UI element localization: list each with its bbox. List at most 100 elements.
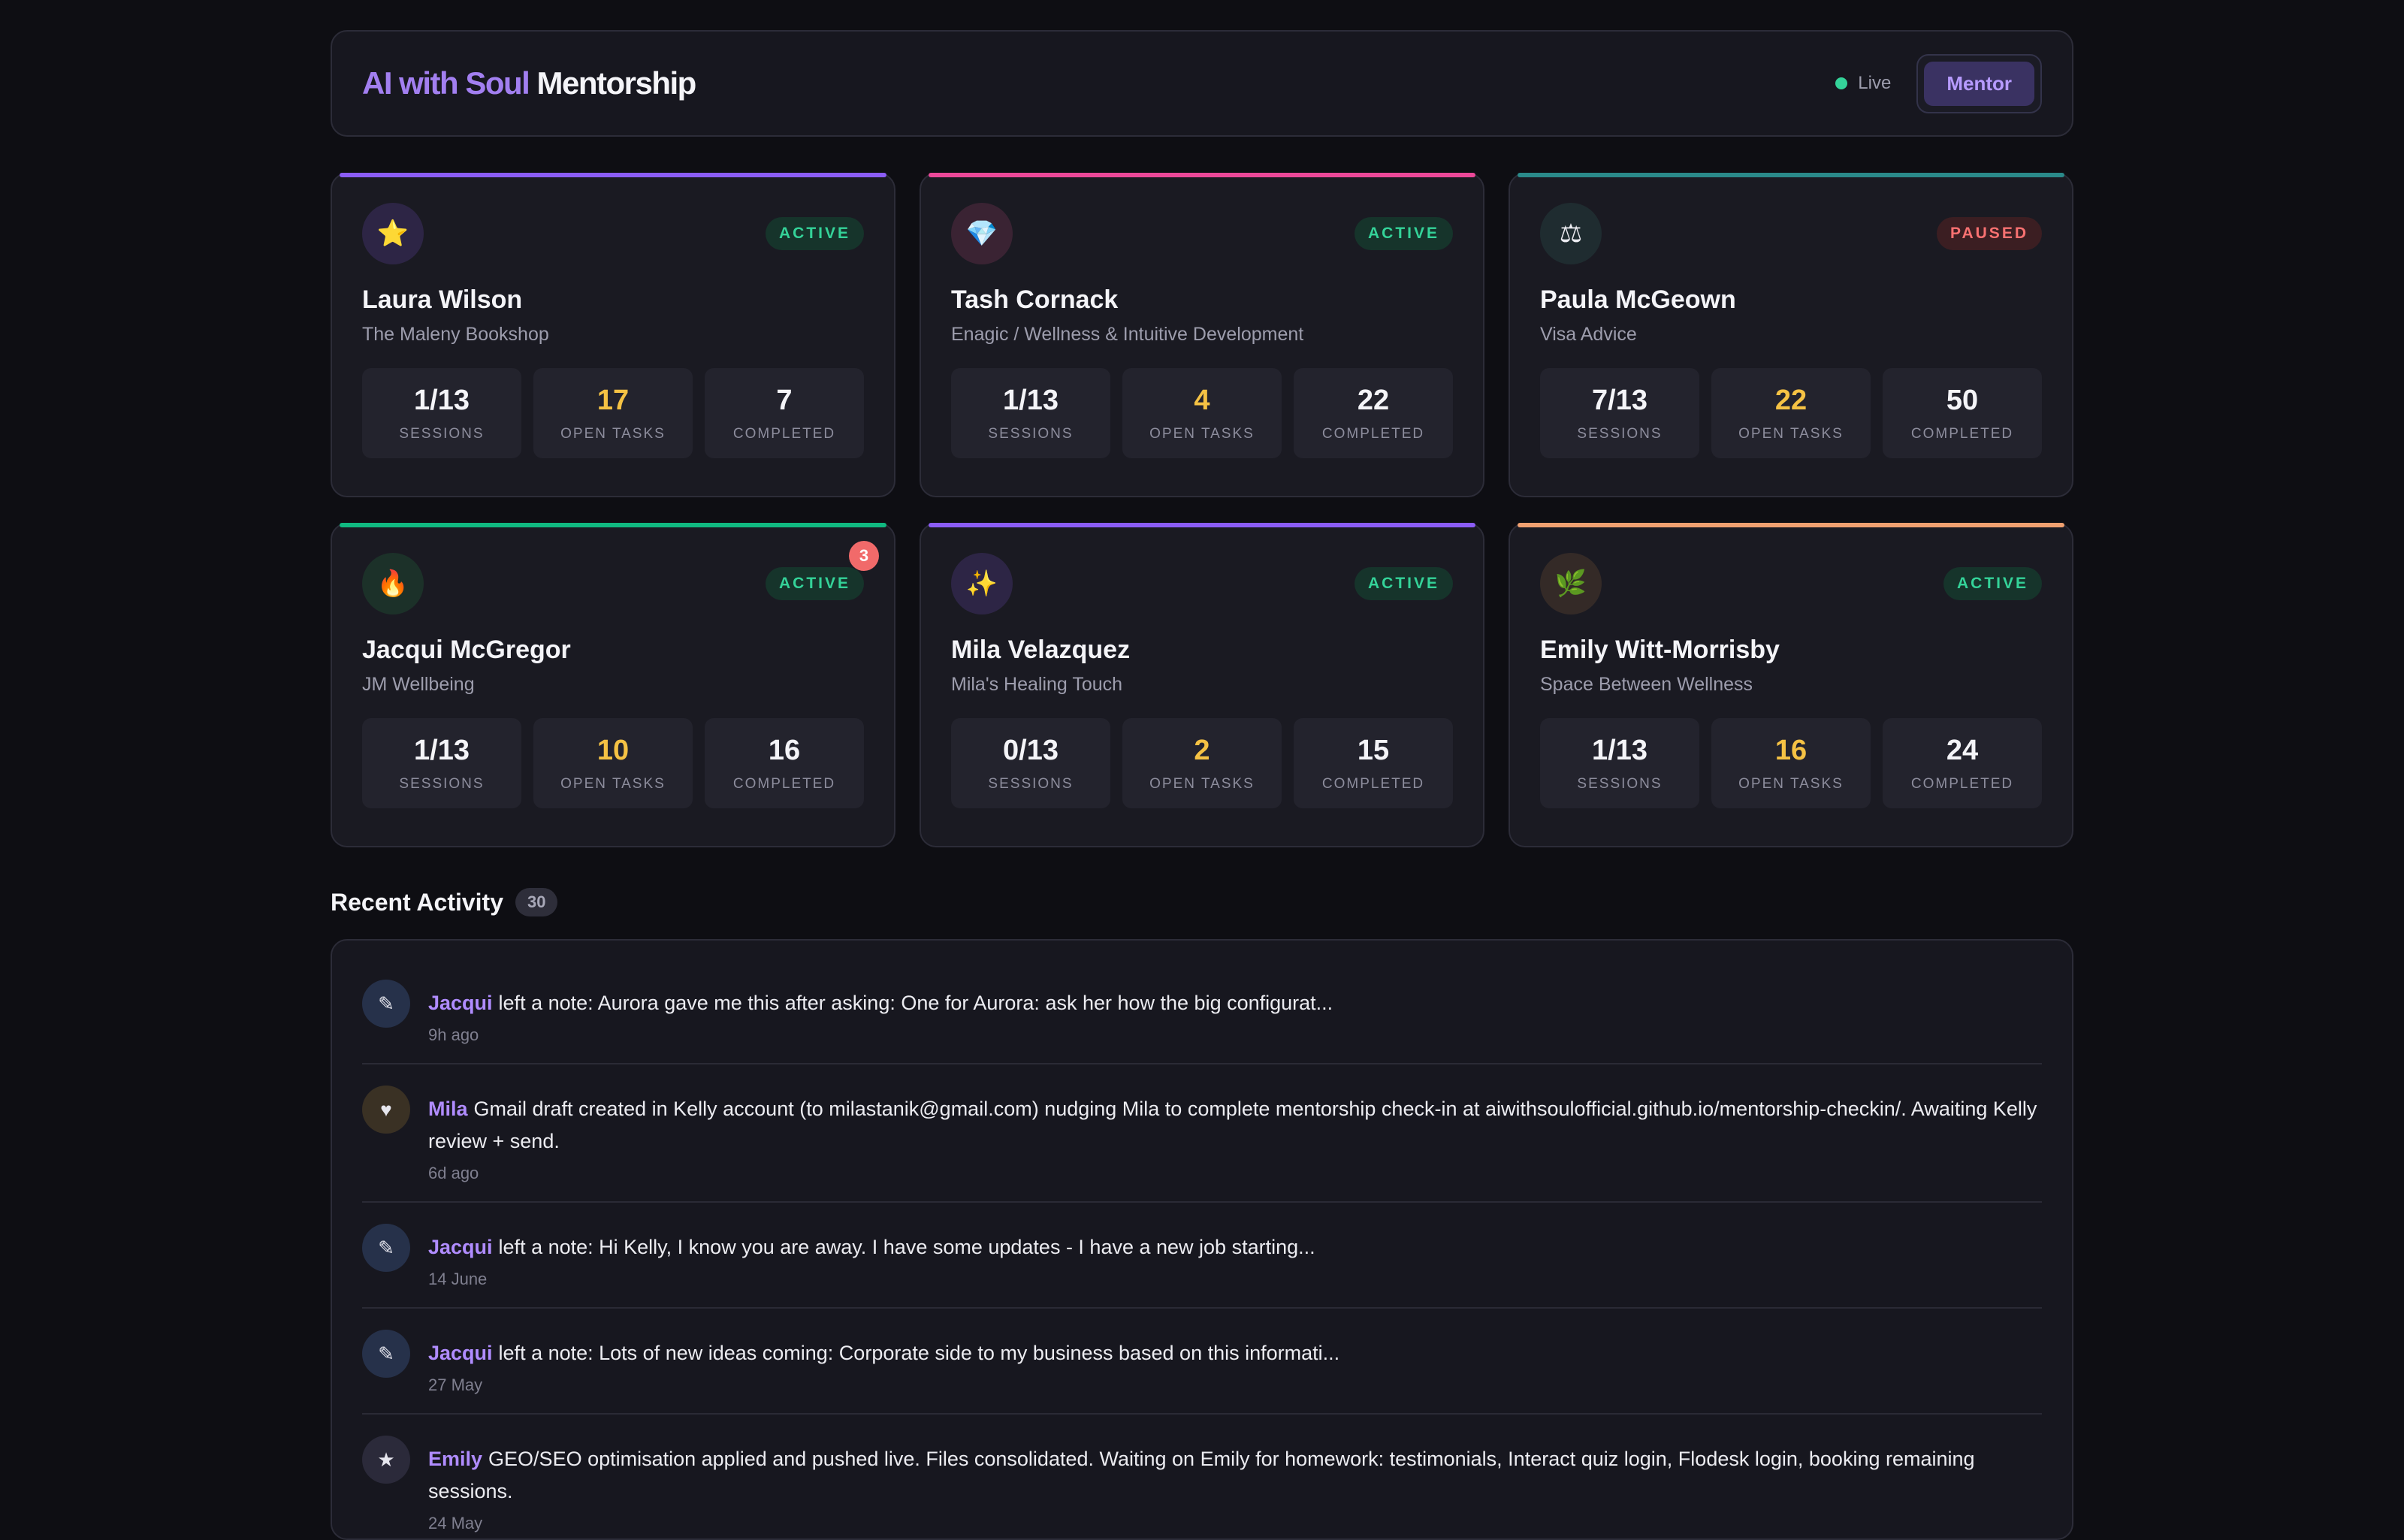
gem-icon: 💎 (951, 203, 1013, 264)
dashboard: AI with Soul Mentorship Live Mentor ⭐ AC… (331, 30, 2073, 1540)
card-accent-bar (1518, 173, 2064, 177)
activity-item[interactable]: ♥ Mila Gmail draft created in Kelly accou… (362, 1064, 2042, 1203)
activity-time: 27 May (428, 1375, 483, 1394)
open-tasks-label: OPEN TASKS (1149, 776, 1255, 792)
stats-row: 1/13 SESSIONS 17 OPEN TASKS 7 COMPLETED (362, 368, 864, 458)
live-label: Live (1858, 73, 1892, 93)
mentee-name: Tash Cornack (951, 285, 1119, 314)
activity-text: Mila Gmail draft created in Kelly account… (428, 1093, 2042, 1158)
activity-time: 9h ago (428, 1025, 479, 1044)
open-tasks-value: 16 (1774, 735, 1808, 766)
open-tasks-label: OPEN TASKS (1738, 776, 1844, 792)
completed-value: 16 (768, 735, 801, 766)
mentee-name: Emily Witt-Morrisby (1540, 636, 1780, 664)
activity-text: Jacqui left a note: Lots of new ideas com… (428, 1337, 2042, 1369)
activity-title: Recent Activity (331, 888, 503, 916)
stat-open-tasks: 16 OPEN TASKS (1711, 718, 1871, 808)
mentee-card[interactable]: ⚖ PAUSED Paula McGeown Visa Advice 7/13 … (1509, 173, 2073, 497)
activity-message: left a note: Hi Kelly, I know you are aw… (498, 1236, 1315, 1258)
mentee-org: Visa Advice (1540, 324, 1637, 345)
activity-message: GEO/SEO optimisation applied and pushed … (428, 1448, 1975, 1502)
stats-row: 7/13 SESSIONS 22 OPEN TASKS 50 COMPLETED (1540, 368, 2042, 458)
activity-message: left a note: Aurora gave me this after a… (498, 992, 1333, 1014)
brand-rest: Mentorship (536, 65, 696, 101)
sessions-value: 1/13 (1003, 385, 1059, 416)
pencil-icon: ✎ (362, 1330, 410, 1378)
sessions-label: SESSIONS (399, 426, 485, 442)
stat-completed: 16 COMPLETED (705, 718, 864, 808)
activity-user-link[interactable]: Jacqui (428, 1342, 493, 1364)
status-badge: ACTIVE (765, 567, 864, 600)
activity-user-link[interactable]: Emily (428, 1448, 482, 1470)
stat-sessions: 7/13 SESSIONS (1540, 368, 1699, 458)
mentee-card[interactable]: ✨ ACTIVE Mila Velazquez Mila's Healing T… (920, 523, 1484, 847)
sessions-label: SESSIONS (988, 776, 1074, 792)
mentee-org: Space Between Wellness (1540, 674, 1753, 695)
open-tasks-value: 17 (596, 385, 630, 416)
completed-value: 50 (1946, 385, 1979, 416)
stat-completed: 24 COMPLETED (1883, 718, 2042, 808)
sessions-value: 1/13 (414, 735, 470, 766)
activity-item[interactable]: ✎ Jacqui left a note: Lots of new ideas c… (362, 1309, 2042, 1415)
stat-open-tasks: 2 OPEN TASKS (1122, 718, 1282, 808)
sessions-label: SESSIONS (1577, 776, 1663, 792)
open-tasks-value: 10 (596, 735, 630, 766)
star-icon: ★ (362, 1436, 410, 1484)
stat-open-tasks: 17 OPEN TASKS (533, 368, 693, 458)
activity-user-link[interactable]: Jacqui (428, 1236, 493, 1258)
role-switcher: Mentor (1916, 53, 2042, 113)
header-controls: Live Mentor (1835, 53, 2042, 113)
status-badge: ACTIVE (1943, 567, 2042, 600)
stat-completed: 50 COMPLETED (1883, 368, 2042, 458)
brand-accent: AI with Soul (362, 65, 530, 101)
activity-item[interactable]: ✎ Jacqui left a note: Hi Kelly, I know yo… (362, 1203, 2042, 1309)
mentee-card[interactable]: 🌿 ACTIVE Emily Witt-Morrisby Space Betwe… (1509, 523, 2073, 847)
activity-item[interactable]: ✎ Jacqui left a note: Aurora gave me this… (362, 959, 2042, 1064)
card-accent-bar (929, 523, 1475, 527)
mentee-org: Enagic / Wellness & Intuitive Developmen… (951, 324, 1304, 345)
completed-value: 22 (1357, 385, 1390, 416)
fire-icon: 🔥 (362, 553, 424, 614)
heart-icon: ♥ (362, 1086, 410, 1134)
activity-item[interactable]: ★ Emily GEO/SEO optimisation applied and … (362, 1415, 2042, 1538)
pencil-icon: ✎ (362, 1224, 410, 1272)
stat-open-tasks: 4 OPEN TASKS (1122, 368, 1282, 458)
completed-value: 24 (1946, 735, 1979, 766)
activity-text: Jacqui left a note: Aurora gave me this a… (428, 987, 2042, 1019)
activity-user-link[interactable]: Mila (428, 1098, 468, 1120)
open-tasks-value: 2 (1194, 735, 1210, 766)
sessions-label: SESSIONS (399, 776, 485, 792)
stats-row: 1/13 SESSIONS 16 OPEN TASKS 24 COMPLETED (1540, 718, 2042, 808)
stat-open-tasks: 22 OPEN TASKS (1711, 368, 1871, 458)
open-tasks-value: 4 (1194, 385, 1210, 416)
live-indicator: Live (1835, 73, 1891, 94)
completed-value: 15 (1357, 735, 1390, 766)
status-badge: PAUSED (1937, 217, 2042, 250)
stat-completed: 7 COMPLETED (705, 368, 864, 458)
card-accent-bar (340, 173, 886, 177)
activity-time: 14 June (428, 1270, 488, 1288)
stat-completed: 15 COMPLETED (1294, 718, 1453, 808)
activity-message: left a note: Lots of new ideas coming: C… (498, 1342, 1340, 1364)
stats-row: 0/13 SESSIONS 2 OPEN TASKS 15 COMPLETED (951, 718, 1453, 808)
activity-time: 24 May (428, 1514, 483, 1532)
pencil-icon: ✎ (362, 980, 410, 1028)
sessions-label: SESSIONS (1577, 426, 1663, 442)
mentee-card[interactable]: 💎 ACTIVE Tash Cornack Enagic / Wellness … (920, 173, 1484, 497)
star-icon: ⭐ (362, 203, 424, 264)
sparkles-icon: ✨ (951, 553, 1013, 614)
activity-user-link[interactable]: Jacqui (428, 992, 493, 1014)
activity-count-badge: 30 (515, 888, 558, 916)
sessions-value: 1/13 (414, 385, 470, 416)
activity-header: Recent Activity 30 (331, 888, 2073, 916)
activity-text: Emily GEO/SEO optimisation applied and pu… (428, 1443, 2042, 1508)
mentee-card[interactable]: ⭐ ACTIVE Laura Wilson The Maleny Booksho… (331, 173, 895, 497)
sessions-value: 1/13 (1592, 735, 1647, 766)
card-accent-bar (1518, 523, 2064, 527)
open-tasks-label: OPEN TASKS (560, 776, 666, 792)
mentor-role-button[interactable]: Mentor (1924, 61, 2034, 106)
brand-title: AI with Soul Mentorship (362, 65, 696, 101)
completed-label: COMPLETED (1910, 426, 2014, 442)
mentee-card[interactable]: 3 🔥 ACTIVE Jacqui McGregor JM Wellbeing … (331, 523, 895, 847)
completed-label: COMPLETED (732, 426, 836, 442)
